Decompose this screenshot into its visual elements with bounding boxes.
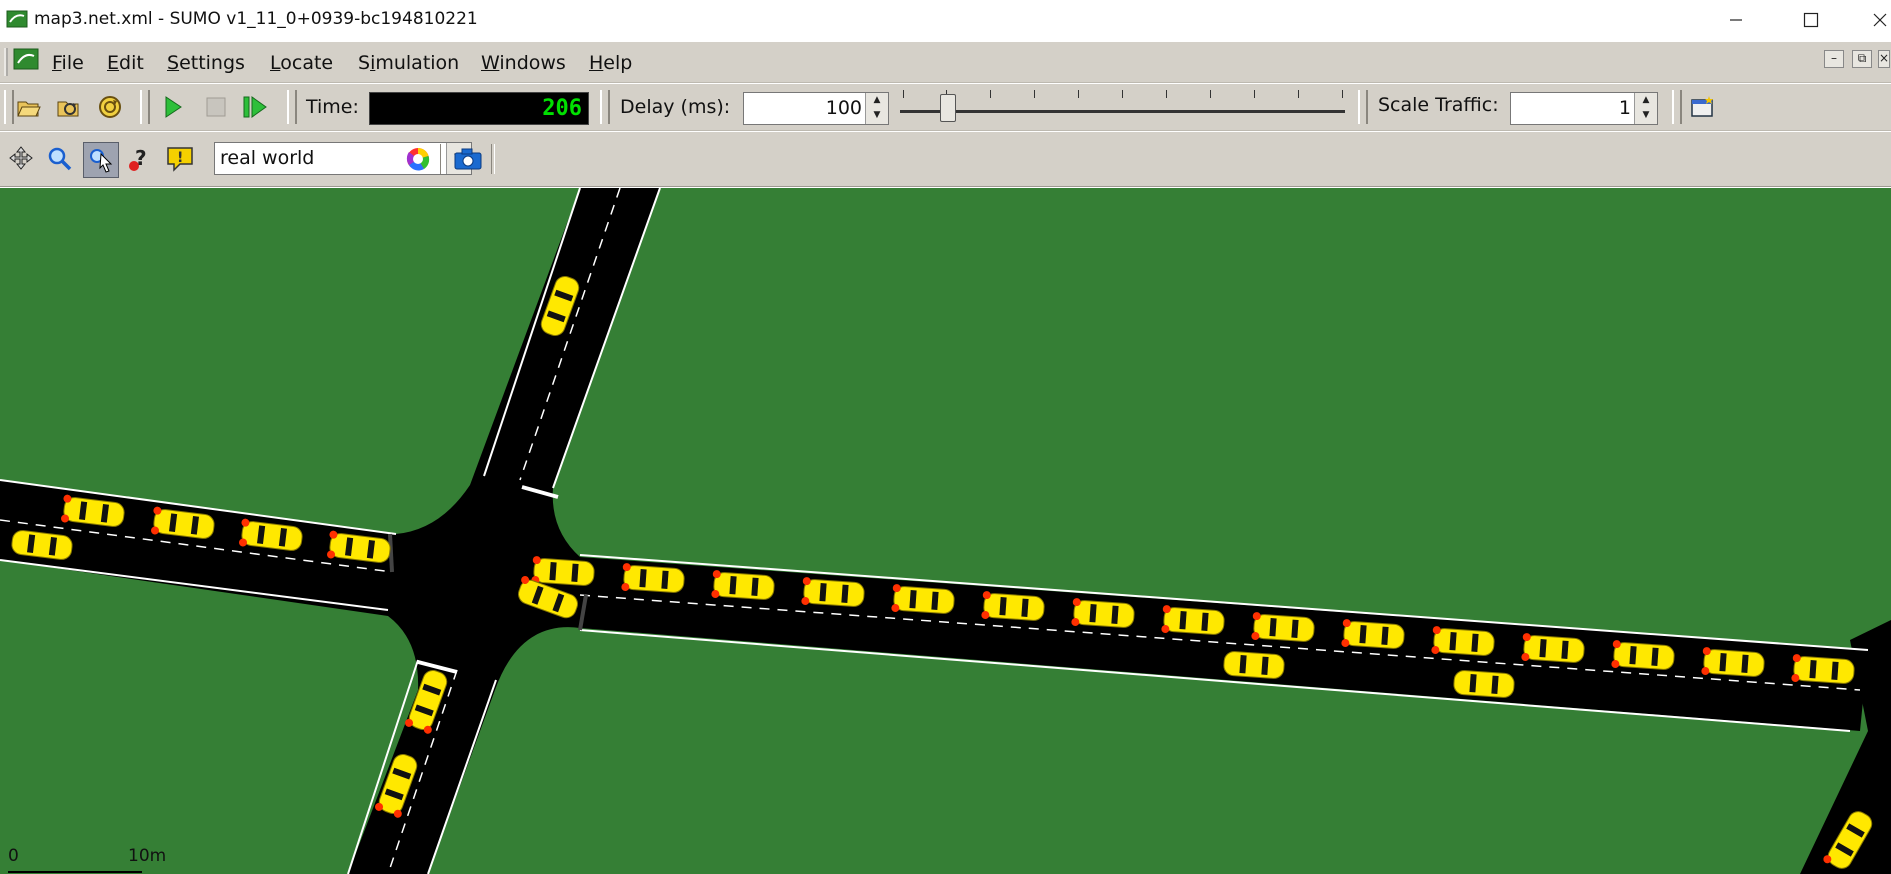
stop-button[interactable] bbox=[199, 90, 233, 124]
view-toolbar: ? ! real world ▼ bbox=[0, 132, 1891, 187]
slider-tick bbox=[1078, 90, 1079, 98]
separator bbox=[440, 144, 444, 174]
time-label: Time: bbox=[306, 96, 359, 118]
time-display: 206 bbox=[369, 92, 589, 125]
slider-tick bbox=[1122, 90, 1123, 98]
color-wheel-icon bbox=[406, 148, 430, 171]
menu-settings[interactable]: Settings bbox=[167, 52, 245, 74]
annotate-button[interactable]: ! bbox=[163, 142, 197, 176]
stop-line bbox=[388, 533, 394, 573]
screenshot-button[interactable] bbox=[451, 142, 485, 176]
open-icon bbox=[17, 101, 41, 117]
help-icon: ? bbox=[129, 146, 147, 171]
toolbar-grip[interactable] bbox=[140, 90, 150, 124]
delay-slider-thumb[interactable] bbox=[940, 94, 956, 122]
magnifier-icon bbox=[48, 147, 72, 171]
run-button[interactable] bbox=[156, 90, 190, 124]
separator bbox=[491, 144, 495, 174]
maximize-button[interactable] bbox=[1786, 0, 1836, 40]
delay-label: Delay (ms): bbox=[620, 96, 731, 118]
locate-button[interactable] bbox=[43, 142, 77, 176]
camera-icon bbox=[454, 148, 482, 170]
minimize-button[interactable] bbox=[1711, 0, 1761, 40]
delay-spinner[interactable]: 100 ▲ ▼ bbox=[743, 92, 889, 125]
toolbar-grip[interactable] bbox=[1358, 90, 1368, 124]
vehicle[interactable] bbox=[1453, 670, 1515, 698]
delay-spin-arrows[interactable]: ▲ ▼ bbox=[865, 93, 888, 124]
reload-sim-button[interactable] bbox=[93, 90, 127, 124]
svg-text:!: ! bbox=[177, 150, 183, 166]
mdi-close-button[interactable]: × bbox=[1878, 50, 1890, 68]
title-bar: map3.net.xml - SUMO v1_11_0+0939-bc19481… bbox=[0, 0, 1891, 40]
road-network-canvas[interactable] bbox=[0, 188, 1891, 874]
menu-file[interactable]: File bbox=[52, 52, 84, 74]
scale-traffic-value: 1 bbox=[1618, 97, 1631, 119]
slider-tick bbox=[1166, 90, 1167, 98]
recenter-icon bbox=[9, 146, 33, 170]
simulation-toolbar: Time: 206 Delay (ms): 100 ▲ ▼ Scale Traff… bbox=[0, 84, 1891, 131]
slider-tick bbox=[1034, 90, 1035, 98]
menu-simulation[interactable]: Simulation bbox=[358, 52, 459, 74]
mdi-minimize-button[interactable]: – bbox=[1824, 50, 1844, 68]
scale-spin-arrows[interactable]: ▲ ▼ bbox=[1634, 93, 1657, 124]
menu-bar: File Edit Settings Locate Simulation Win… bbox=[0, 42, 1891, 83]
maximize-icon bbox=[1803, 12, 1819, 28]
toolbar-grip[interactable] bbox=[1672, 90, 1682, 124]
color-scheme-value: real world bbox=[220, 147, 315, 169]
new-window-icon bbox=[1691, 96, 1713, 117]
select-mode-button[interactable] bbox=[83, 142, 119, 178]
menubar-grip bbox=[4, 48, 8, 76]
delay-slider-track[interactable] bbox=[900, 110, 1345, 113]
select-pointer-icon bbox=[90, 149, 113, 173]
sumo-app-icon bbox=[6, 10, 28, 28]
slider-tick bbox=[990, 90, 991, 98]
edit-coloring-button[interactable] bbox=[401, 142, 435, 176]
time-value: 206 bbox=[542, 96, 582, 121]
slider-tick bbox=[1210, 90, 1211, 98]
slider-tick bbox=[1342, 90, 1343, 98]
menu-locate[interactable]: Locate bbox=[270, 52, 333, 74]
speech-bubble-icon: ! bbox=[167, 147, 193, 172]
toolbar-grip[interactable] bbox=[600, 90, 610, 124]
scale-bar-end: 10m bbox=[128, 846, 167, 866]
scale-bar-start: 0 bbox=[8, 846, 19, 866]
close-button[interactable] bbox=[1855, 0, 1891, 40]
stop-icon bbox=[206, 97, 226, 117]
menu-edit[interactable]: Edit bbox=[107, 52, 144, 74]
reload-sim-icon bbox=[99, 96, 121, 118]
run-icon bbox=[165, 96, 182, 118]
reload-config-button[interactable] bbox=[52, 90, 86, 124]
recenter-button[interactable] bbox=[4, 142, 38, 176]
simulation-view[interactable]: 0 10m bbox=[0, 188, 1891, 874]
toolbar-grip[interactable] bbox=[287, 90, 297, 124]
menu-help[interactable]: Help bbox=[589, 52, 632, 74]
help-button[interactable]: ? bbox=[123, 142, 157, 176]
step-icon bbox=[243, 96, 267, 118]
vehicle[interactable] bbox=[1223, 651, 1285, 679]
close-icon bbox=[1873, 13, 1887, 27]
minimize-icon bbox=[1730, 19, 1742, 21]
delay-value: 100 bbox=[825, 97, 862, 119]
step-button[interactable] bbox=[238, 90, 272, 124]
open-button[interactable] bbox=[12, 90, 46, 124]
slider-tick bbox=[1254, 90, 1255, 98]
window-title: map3.net.xml - SUMO v1_11_0+0939-bc19481… bbox=[34, 9, 478, 29]
slider-tick bbox=[1298, 90, 1299, 98]
scale-traffic-label: Scale Traffic: bbox=[1378, 94, 1499, 116]
sumo-menu-icon[interactable] bbox=[13, 48, 39, 70]
new-view-button[interactable] bbox=[1685, 90, 1719, 124]
slider-tick bbox=[903, 90, 904, 98]
mdi-restore-button[interactable]: ⧉ bbox=[1852, 50, 1872, 68]
scale-traffic-spinner[interactable]: 1 ▲ ▼ bbox=[1510, 92, 1658, 125]
reload-icon bbox=[57, 101, 79, 117]
menu-windows[interactable]: Windows bbox=[481, 52, 566, 74]
